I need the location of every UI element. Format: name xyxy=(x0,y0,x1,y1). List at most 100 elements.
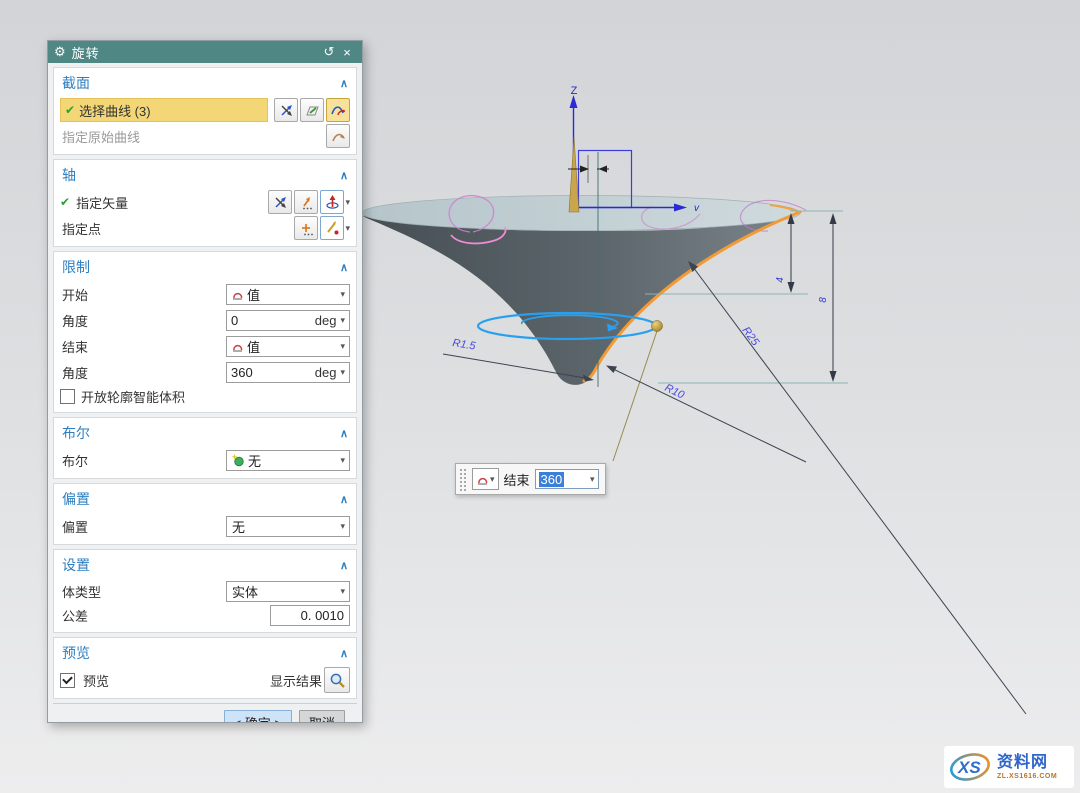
chevron-up-icon[interactable]: ∧ xyxy=(340,647,348,660)
group-axis-title: 轴 xyxy=(62,165,76,185)
vector-dialog-button[interactable] xyxy=(294,190,318,214)
chevron-down-icon: ▾ xyxy=(340,455,345,466)
application-window: Z v 4 8 R1.5 xyxy=(0,0,1080,793)
end-angle-value: 360 xyxy=(231,365,315,380)
end-angle-unit: deg xyxy=(315,365,337,380)
chevron-down-icon: ▾ xyxy=(340,289,345,300)
value-icon xyxy=(231,288,244,301)
mini-dim-arrow-right xyxy=(599,166,608,173)
origin-curve-button[interactable] xyxy=(326,124,350,148)
show-result-button[interactable] xyxy=(324,667,350,693)
funnel-top-face[interactable] xyxy=(362,196,800,231)
chevron-up-icon[interactable]: ∧ xyxy=(340,77,348,90)
dialog-footer: < 确定 > 取消 xyxy=(53,703,357,722)
boolean-label: 布尔 xyxy=(60,451,226,470)
tolerance-value: 0. 0010 xyxy=(301,608,344,623)
group-settings-title: 设置 xyxy=(62,555,90,575)
origin-curve-label: 指定原始曲线 xyxy=(60,127,324,146)
chevron-down-icon[interactable]: ▾ xyxy=(345,197,350,208)
chevron-up-icon[interactable]: ∧ xyxy=(340,427,348,440)
vector-dialog-icon xyxy=(299,195,314,210)
curve-rule-button[interactable] xyxy=(326,98,350,122)
select-curve-field[interactable]: ✔ 选择曲线 (3) xyxy=(60,98,268,122)
group-boolean: 布尔 ∧ 布尔 无 ▾ xyxy=(53,417,357,479)
start-angle-input[interactable]: 0 deg ▾ xyxy=(226,310,350,331)
offset-label: 偏置 xyxy=(60,517,226,536)
z-axis-label: Z xyxy=(571,85,578,97)
dim8-arrow-top xyxy=(830,213,837,224)
mini-end-angle-input[interactable]: 360 ▾ xyxy=(535,469,599,489)
start-angle-label: 角度 xyxy=(60,311,226,330)
offset-dropdown[interactable]: 无 ▾ xyxy=(226,516,350,537)
r25-label: R25 xyxy=(740,325,762,349)
dialog-body: 截面 ∧ ✔ 选择曲线 (3) xyxy=(48,63,362,722)
origin-curve-icon xyxy=(331,129,346,144)
chevron-down-icon[interactable]: ▾ xyxy=(340,367,345,378)
vector-constructor-button[interactable] xyxy=(268,190,292,214)
body-type-value: 实体 xyxy=(232,582,339,601)
select-curve-label: 选择曲线 (3) xyxy=(79,101,151,120)
body-type-label: 体类型 xyxy=(60,582,226,601)
offset-value: 无 xyxy=(232,517,339,536)
open-profile-checkbox[interactable] xyxy=(60,389,75,404)
watermark-site-name: 资料网 xyxy=(997,755,1057,771)
angle-drag-handle-ball[interactable] xyxy=(652,321,663,332)
group-limits: 限制 ∧ 开始 值 ▾ 角度 xyxy=(53,251,357,413)
chevron-down-icon: ▾ xyxy=(490,474,495,485)
chevron-down-icon[interactable]: ▾ xyxy=(345,223,350,234)
drag-grip-icon[interactable] xyxy=(458,467,467,491)
crossed-arrows-icon xyxy=(273,195,288,210)
revolve-axis-vector-arrow[interactable] xyxy=(569,137,579,212)
group-preview-title: 预览 xyxy=(62,643,90,663)
close-icon[interactable]: × xyxy=(338,45,356,60)
dialog-titlebar[interactable]: ⚙ 旋转 ↺ × xyxy=(48,41,362,63)
watermark-site-url: ZL.XS1616.COM xyxy=(997,773,1057,780)
start-angle-value: 0 xyxy=(231,313,315,328)
chevron-down-icon[interactable]: ▾ xyxy=(340,315,345,326)
gear-icon: ⚙ xyxy=(54,44,66,60)
group-offset: 偏置 ∧ 偏置 无 ▾ xyxy=(53,483,357,545)
boolean-dropdown[interactable]: 无 ▾ xyxy=(226,450,350,471)
sketch-section-button[interactable] xyxy=(300,98,324,122)
deselect-button[interactable] xyxy=(274,98,298,122)
chevron-up-icon[interactable]: ∧ xyxy=(340,169,348,182)
mini-end-angle-value: 360 xyxy=(539,472,565,487)
specify-vector-label: 指定矢量 xyxy=(74,193,266,212)
ok-button[interactable]: < 确定 > xyxy=(224,710,292,722)
cancel-button[interactable]: 取消 xyxy=(299,710,345,722)
boolean-none-icon xyxy=(231,453,245,467)
chevron-down-icon: ▾ xyxy=(340,521,345,532)
group-section-title: 截面 xyxy=(62,73,90,93)
chevron-up-icon[interactable]: ∧ xyxy=(340,261,348,274)
body-type-dropdown[interactable]: 实体 ▾ xyxy=(226,581,350,602)
preview-checkbox[interactable] xyxy=(60,673,75,688)
show-result-label: 显示结果 xyxy=(270,671,322,690)
watermark-logo-icon: XS xyxy=(948,748,994,786)
end-mode-mini-dropdown[interactable]: ▾ xyxy=(472,468,499,490)
chevron-up-icon[interactable]: ∧ xyxy=(340,559,348,572)
end-mode-dropdown[interactable]: 值 ▾ xyxy=(226,336,350,357)
start-mode-dropdown[interactable]: 值 ▾ xyxy=(226,284,350,305)
chevron-down-icon[interactable]: ▾ xyxy=(590,474,595,485)
check-icon: ✔ xyxy=(60,195,70,209)
revolve-axis-icon xyxy=(324,194,341,211)
reset-icon[interactable]: ↺ xyxy=(320,44,338,60)
funnel-body-surface[interactable] xyxy=(362,213,800,385)
dialog-title: 旋转 xyxy=(72,43,320,62)
group-boolean-title: 布尔 xyxy=(62,423,90,443)
revolve-axis-button[interactable] xyxy=(320,190,344,214)
dim4-value: 4 xyxy=(775,277,786,283)
end-angle-input[interactable]: 360 deg ▾ xyxy=(226,362,350,383)
revolve-dialog: ⚙ 旋转 ↺ × 截面 ∧ ✔ 选择曲线 (3) xyxy=(47,40,363,723)
point-dialog-button[interactable] xyxy=(294,216,318,240)
point-constructor-button[interactable] xyxy=(320,216,344,240)
tolerance-input[interactable]: 0. 0010 xyxy=(270,605,350,626)
onscreen-input-toolbar[interactable]: ▾ 结束 360 ▾ xyxy=(455,463,606,495)
boolean-value: 无 xyxy=(248,451,339,470)
end-mode-value: 值 xyxy=(247,337,339,356)
handle-leader-line xyxy=(613,331,657,461)
open-profile-label: 开放轮廓智能体积 xyxy=(81,387,185,406)
chevron-up-icon[interactable]: ∧ xyxy=(340,493,348,506)
end-label: 结束 xyxy=(60,337,226,356)
check-icon: ✔ xyxy=(65,103,75,117)
